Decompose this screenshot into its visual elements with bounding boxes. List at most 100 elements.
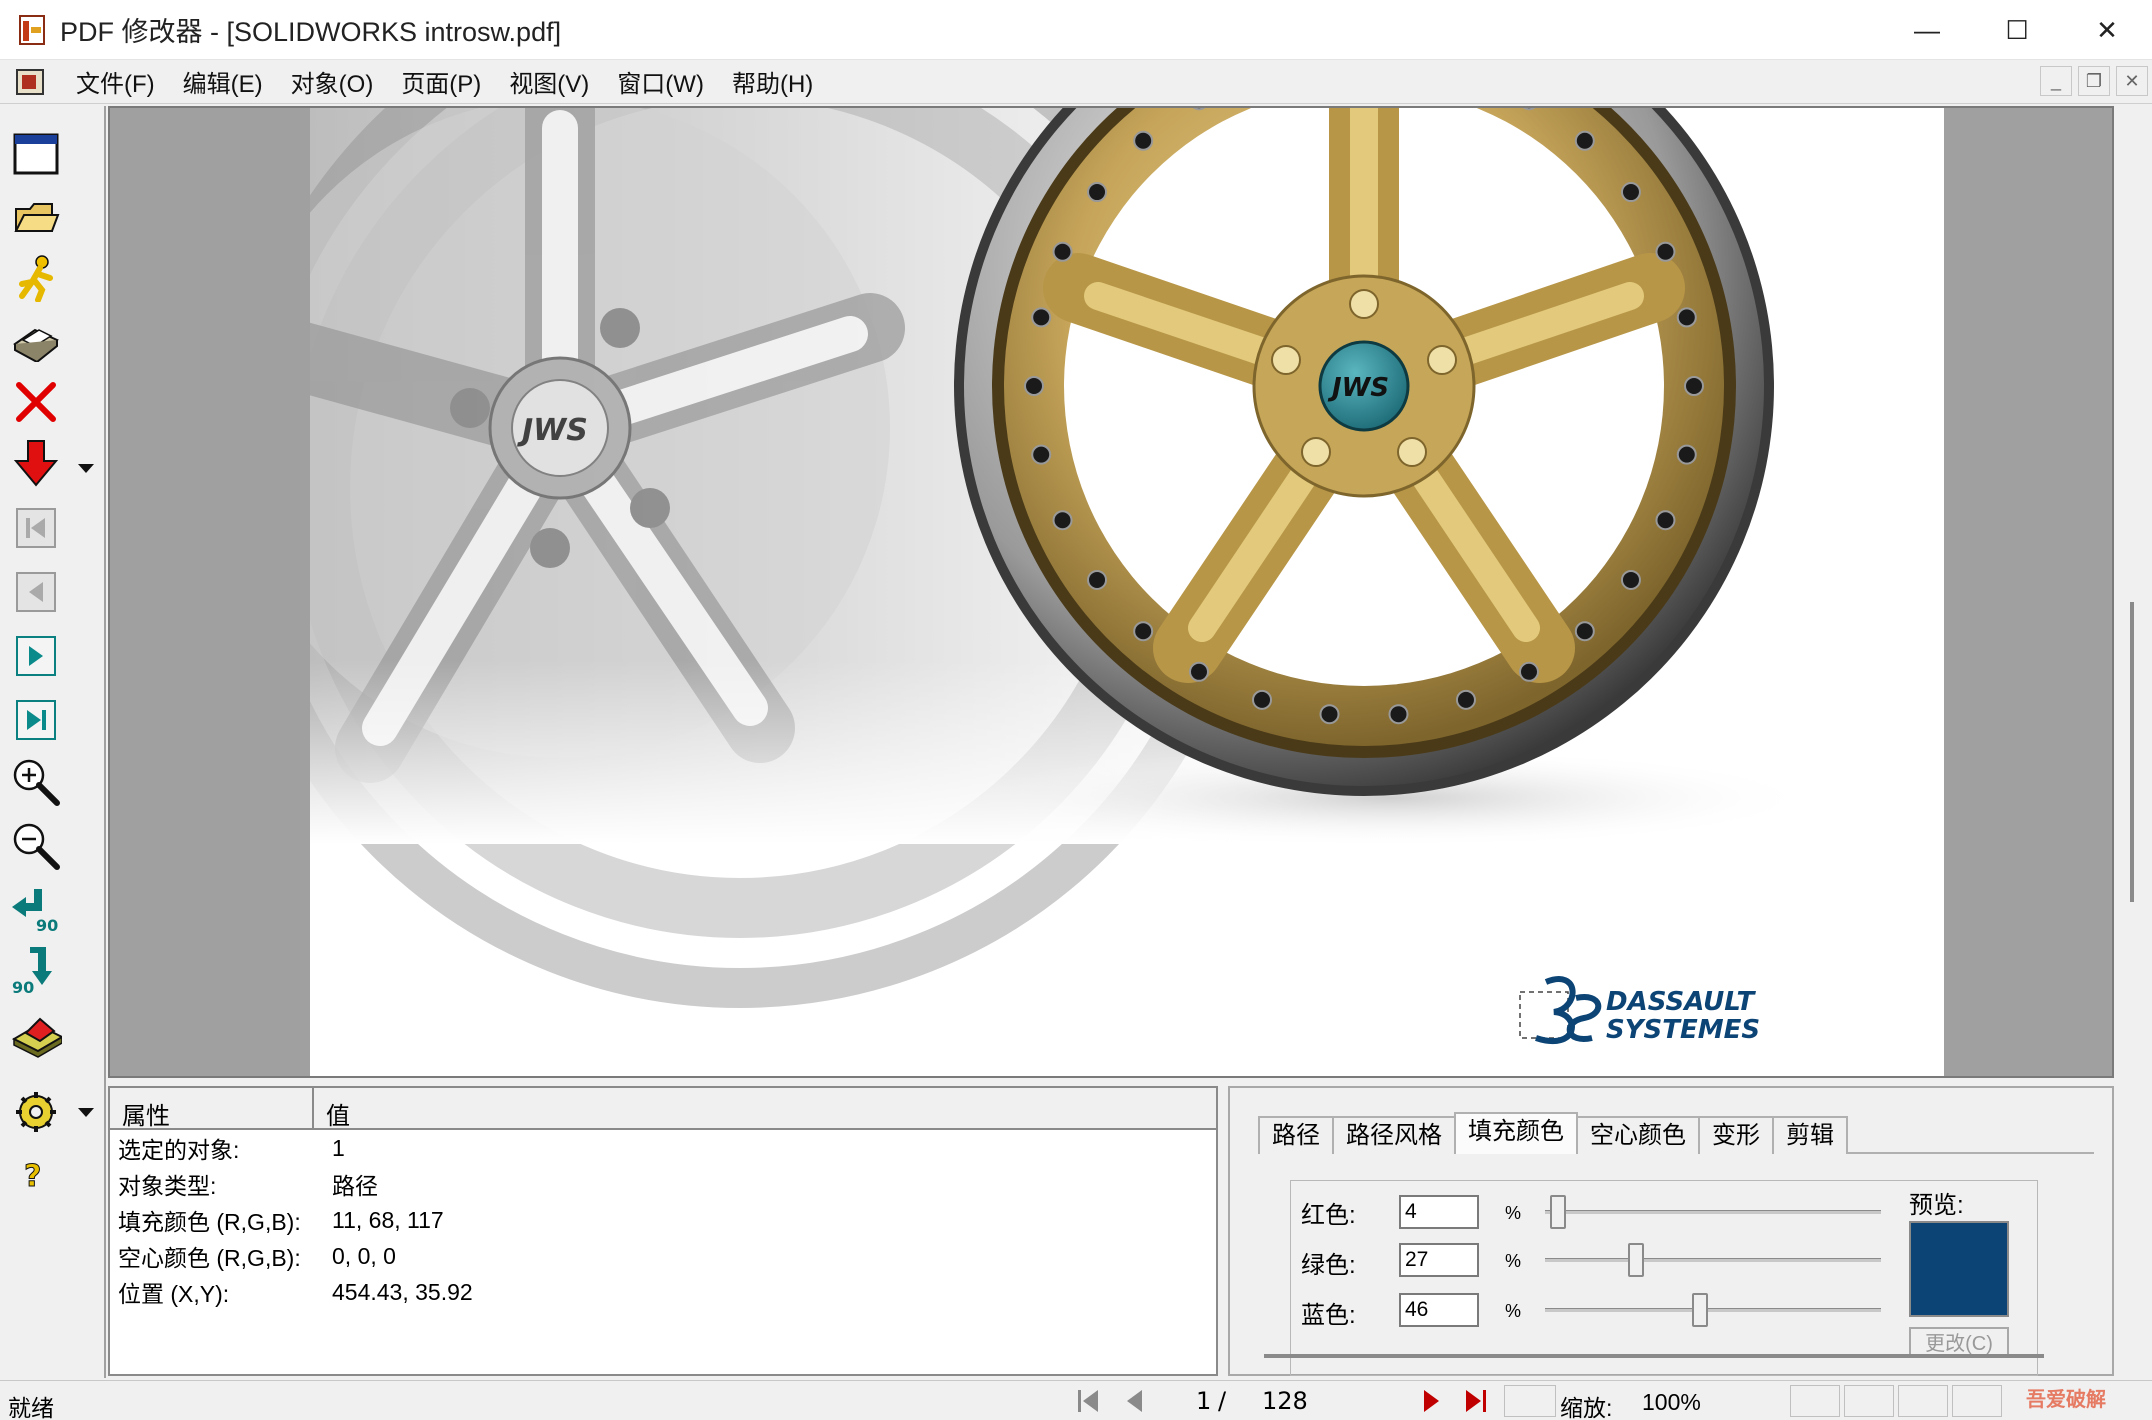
horizontal-scrollbar[interactable] <box>1264 1354 2044 1358</box>
status-next-page-icon[interactable] <box>1416 1385 1448 1417</box>
delete-icon[interactable] <box>10 376 62 428</box>
property-value: 1 <box>332 1134 345 1161</box>
dassault-logo: DASSAULT SYSTEMES <box>1519 976 1760 1045</box>
rim-bolt <box>1087 569 1108 590</box>
status-text: 就绪 <box>8 1395 54 1420</box>
app-icon[interactable] <box>16 13 50 47</box>
rim-bolt <box>1676 444 1697 465</box>
minimize-button[interactable]: — <box>1882 0 1972 60</box>
print-icon[interactable] <box>10 314 62 366</box>
edit-tabs: 路径 路径风格 填充颜色 空心颜色 变形 剪辑 <box>1258 1112 1848 1154</box>
status-panel <box>1790 1385 1840 1417</box>
red-slider-track[interactable] <box>1545 1210 1881 1214</box>
menu-help[interactable]: 帮助(H) <box>718 64 827 99</box>
zoom-value[interactable]: 100% <box>1642 1389 1701 1416</box>
settings-gear-icon[interactable] <box>10 1086 62 1138</box>
property-key: 空心颜色 (R,G,B): <box>118 1245 301 1271</box>
green-label: 绿色: <box>1301 1252 1356 1279</box>
zoom-in-icon[interactable] <box>10 756 62 808</box>
open-folder-icon[interactable] <box>10 190 62 242</box>
col-header-property[interactable]: 属性 <box>110 1088 314 1130</box>
document-view[interactable]: JWS DASSAULT SYSTEMES <box>108 106 2114 1078</box>
status-panel <box>1504 1385 1556 1417</box>
doc-restore-button[interactable]: ❐ <box>2078 66 2110 96</box>
color-preview <box>1909 1221 2009 1317</box>
status-prev-page-icon[interactable] <box>1118 1385 1150 1417</box>
green-input[interactable]: 27 <box>1399 1243 1479 1277</box>
apply-button[interactable]: 更改(C) <box>1909 1327 2009 1357</box>
home-icon[interactable] <box>10 1008 62 1060</box>
current-page[interactable]: 1 <box>1196 1387 1211 1415</box>
rotate-left-90-icon[interactable]: 90 <box>10 884 62 936</box>
property-key: 位置 (X,Y): <box>118 1281 230 1307</box>
red-input[interactable]: 4 <box>1399 1195 1479 1229</box>
first-page-icon[interactable] <box>10 502 62 554</box>
menu-page[interactable]: 页面(P) <box>387 64 495 99</box>
rim-bolt <box>1574 130 1595 151</box>
zoom-out-icon[interactable] <box>10 820 62 872</box>
tab-fill-color[interactable]: 填充颜色 <box>1454 1112 1578 1154</box>
new-window-icon[interactable] <box>10 128 62 180</box>
rotate-right-90-icon[interactable]: 90 <box>10 946 62 998</box>
blue-slider-thumb[interactable] <box>1691 1293 1708 1327</box>
table-row[interactable]: 选定的对象: 1 <box>110 1130 1216 1166</box>
maximize-button[interactable]: ☐ <box>1972 0 2062 60</box>
tab-stroke-color[interactable]: 空心颜色 <box>1576 1116 1700 1154</box>
vertical-scrollbar[interactable] <box>2114 106 2152 1078</box>
menu-object[interactable]: 对象(O) <box>277 64 388 99</box>
left-toolbar: 90 90 ? <box>0 106 106 1378</box>
green-slider-track[interactable] <box>1545 1258 1881 1262</box>
rim-bolt <box>1388 704 1409 725</box>
rim-bolt <box>1676 307 1697 328</box>
col-header-value[interactable]: 值 <box>314 1088 1216 1130</box>
menu-view[interactable]: 视图(V) <box>495 64 603 99</box>
pdf-page[interactable]: JWS DASSAULT SYSTEMES <box>310 108 1944 1076</box>
scroll-thumb[interactable] <box>2130 602 2134 902</box>
settings-dropdown-arrow-icon[interactable] <box>78 1108 94 1117</box>
rim-bolt <box>1189 661 1209 682</box>
menu-file[interactable]: 文件(F) <box>62 64 169 99</box>
help-icon[interactable]: ? <box>10 1148 62 1200</box>
doc-close-button[interactable]: ✕ <box>2116 66 2148 96</box>
green-slider-thumb[interactable] <box>1627 1243 1644 1277</box>
rim-bolt <box>1024 376 1044 396</box>
run-icon[interactable] <box>10 252 62 304</box>
property-key: 选定的对象: <box>118 1137 240 1163</box>
blue-input[interactable]: 46 <box>1399 1293 1479 1327</box>
download-arrow-icon[interactable] <box>10 438 62 490</box>
dropdown-arrow-icon[interactable] <box>78 464 94 473</box>
doc-minimize-button[interactable]: _ <box>2040 66 2072 96</box>
rim-bolt <box>1052 510 1073 531</box>
status-panel <box>1844 1385 1894 1417</box>
last-page-icon[interactable] <box>10 694 62 746</box>
rim-bolt <box>1031 444 1052 465</box>
table-row[interactable]: 填充颜色 (R,G,B): 11, 68, 117 <box>110 1202 1216 1238</box>
document-icon[interactable] <box>14 67 48 97</box>
rim-bolt <box>1655 510 1676 531</box>
rim-bolt <box>1252 689 1273 710</box>
status-last-page-icon[interactable] <box>1460 1385 1492 1417</box>
next-page-icon[interactable] <box>10 630 62 682</box>
tab-clip[interactable]: 剪辑 <box>1772 1116 1848 1154</box>
window-controls: — ☐ ✕ <box>1882 0 2152 60</box>
status-first-page-icon[interactable] <box>1072 1385 1104 1417</box>
rim-bolt <box>1684 376 1704 396</box>
page-separator: / <box>1218 1387 1227 1415</box>
menu-edit[interactable]: 编辑(E) <box>169 64 277 99</box>
previous-page-icon[interactable] <box>10 566 62 618</box>
table-row[interactable]: 对象类型: 路径 <box>110 1166 1216 1202</box>
table-row[interactable]: 空心颜色 (R,G,B): 0, 0, 0 <box>110 1238 1216 1274</box>
menu-window[interactable]: 窗口(W) <box>603 64 718 99</box>
status-panel <box>1952 1385 2002 1417</box>
zoom-label: 缩放: <box>1560 1395 1613 1420</box>
tab-path-style[interactable]: 路径风格 <box>1332 1116 1456 1154</box>
red-slider-thumb[interactable] <box>1550 1195 1567 1229</box>
svg-text:?: ? <box>24 1159 41 1194</box>
close-button[interactable]: ✕ <box>2062 0 2152 60</box>
blue-slider-track[interactable] <box>1545 1308 1881 1312</box>
rim-bolt <box>1455 689 1476 710</box>
tab-path[interactable]: 路径 <box>1258 1116 1334 1154</box>
table-row[interactable]: 位置 (X,Y): 454.43, 35.92 <box>110 1274 1216 1310</box>
document-window-controls: _ ❐ ✕ <box>2040 66 2148 96</box>
tab-transform[interactable]: 变形 <box>1698 1116 1774 1154</box>
